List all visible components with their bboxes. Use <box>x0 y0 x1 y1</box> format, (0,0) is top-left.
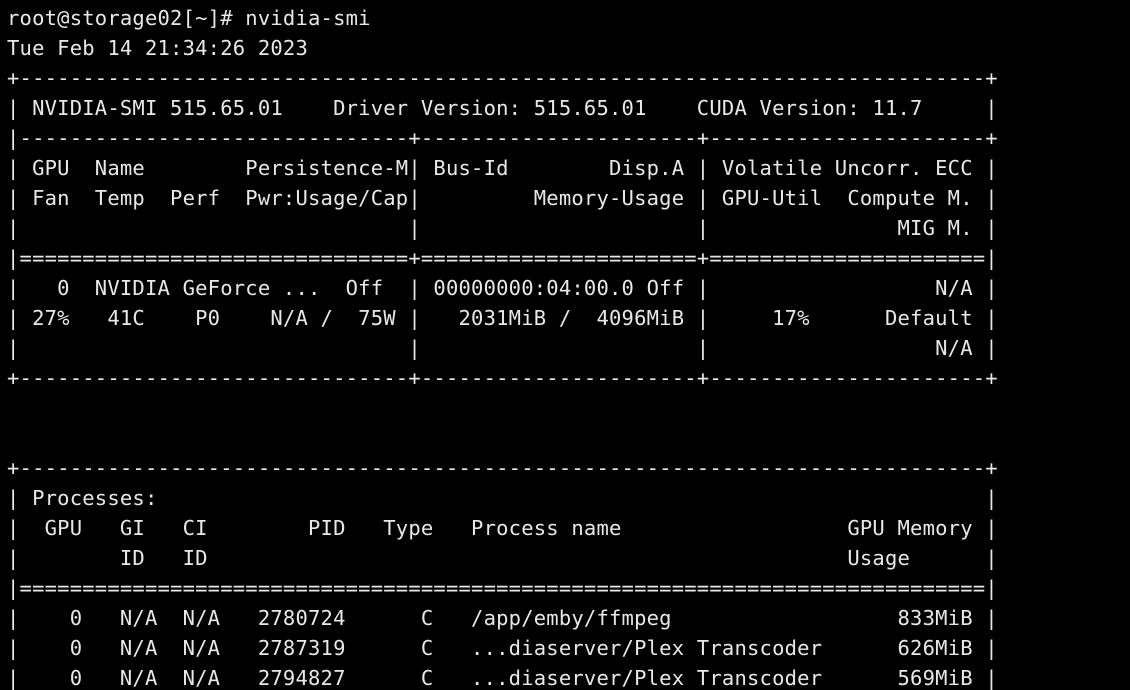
gpu-column-header-2: | Fan Temp Perf Pwr:Usage/Cap| Memory-Us… <box>7 186 998 210</box>
timestamp-line: Tue Feb 14 21:34:26 2023 <box>7 36 309 60</box>
processes-column-header-2: | ID ID Usage | <box>7 546 998 570</box>
gpu-row-line-2: | 27% 41C P0 N/A / 75W | 2031MiB / 4096M… <box>7 306 998 330</box>
gpu-table-bottom-border: +-------------------------------+-------… <box>7 366 998 390</box>
processes-top-border: +---------------------------------------… <box>7 456 998 480</box>
header-separator: |-------------------------------+-------… <box>7 126 998 150</box>
gpu-header-double-separator: |===============================+=======… <box>7 246 998 270</box>
processes-column-header-1: | GPU GI CI PID Type Process name GPU Me… <box>7 516 998 540</box>
terminal-window[interactable]: root@storage02[~]# nvidia-smi Tue Feb 14… <box>0 0 1130 690</box>
gpu-column-header-1: | GPU Name Persistence-M| Bus-Id Disp.A … <box>7 156 998 180</box>
prompt-command-line: root@storage02[~]# nvidia-smi <box>7 6 371 30</box>
version-header-line: | NVIDIA-SMI 515.65.01 Driver Version: 5… <box>7 96 998 120</box>
process-row-3: | 0 N/A N/A 2794827 C ...diaserver/Plex … <box>7 666 998 690</box>
blank-line-2 <box>7 423 1130 453</box>
blank-line-1 <box>7 393 1130 423</box>
processes-double-separator: |=======================================… <box>7 576 998 600</box>
table-top-border: +---------------------------------------… <box>7 66 998 90</box>
process-row-2: | 0 N/A N/A 2787319 C ...diaserver/Plex … <box>7 636 998 660</box>
processes-title-line: | Processes: | <box>7 486 998 510</box>
gpu-row-line-1: | 0 NVIDIA GeForce ... Off | 00000000:04… <box>7 276 998 300</box>
process-row-1: | 0 N/A N/A 2780724 C /app/emby/ffmpeg 8… <box>7 606 998 630</box>
gpu-column-header-3: | | | MIG M. | <box>7 216 998 240</box>
gpu-row-line-3: | | | N/A | <box>7 336 998 360</box>
